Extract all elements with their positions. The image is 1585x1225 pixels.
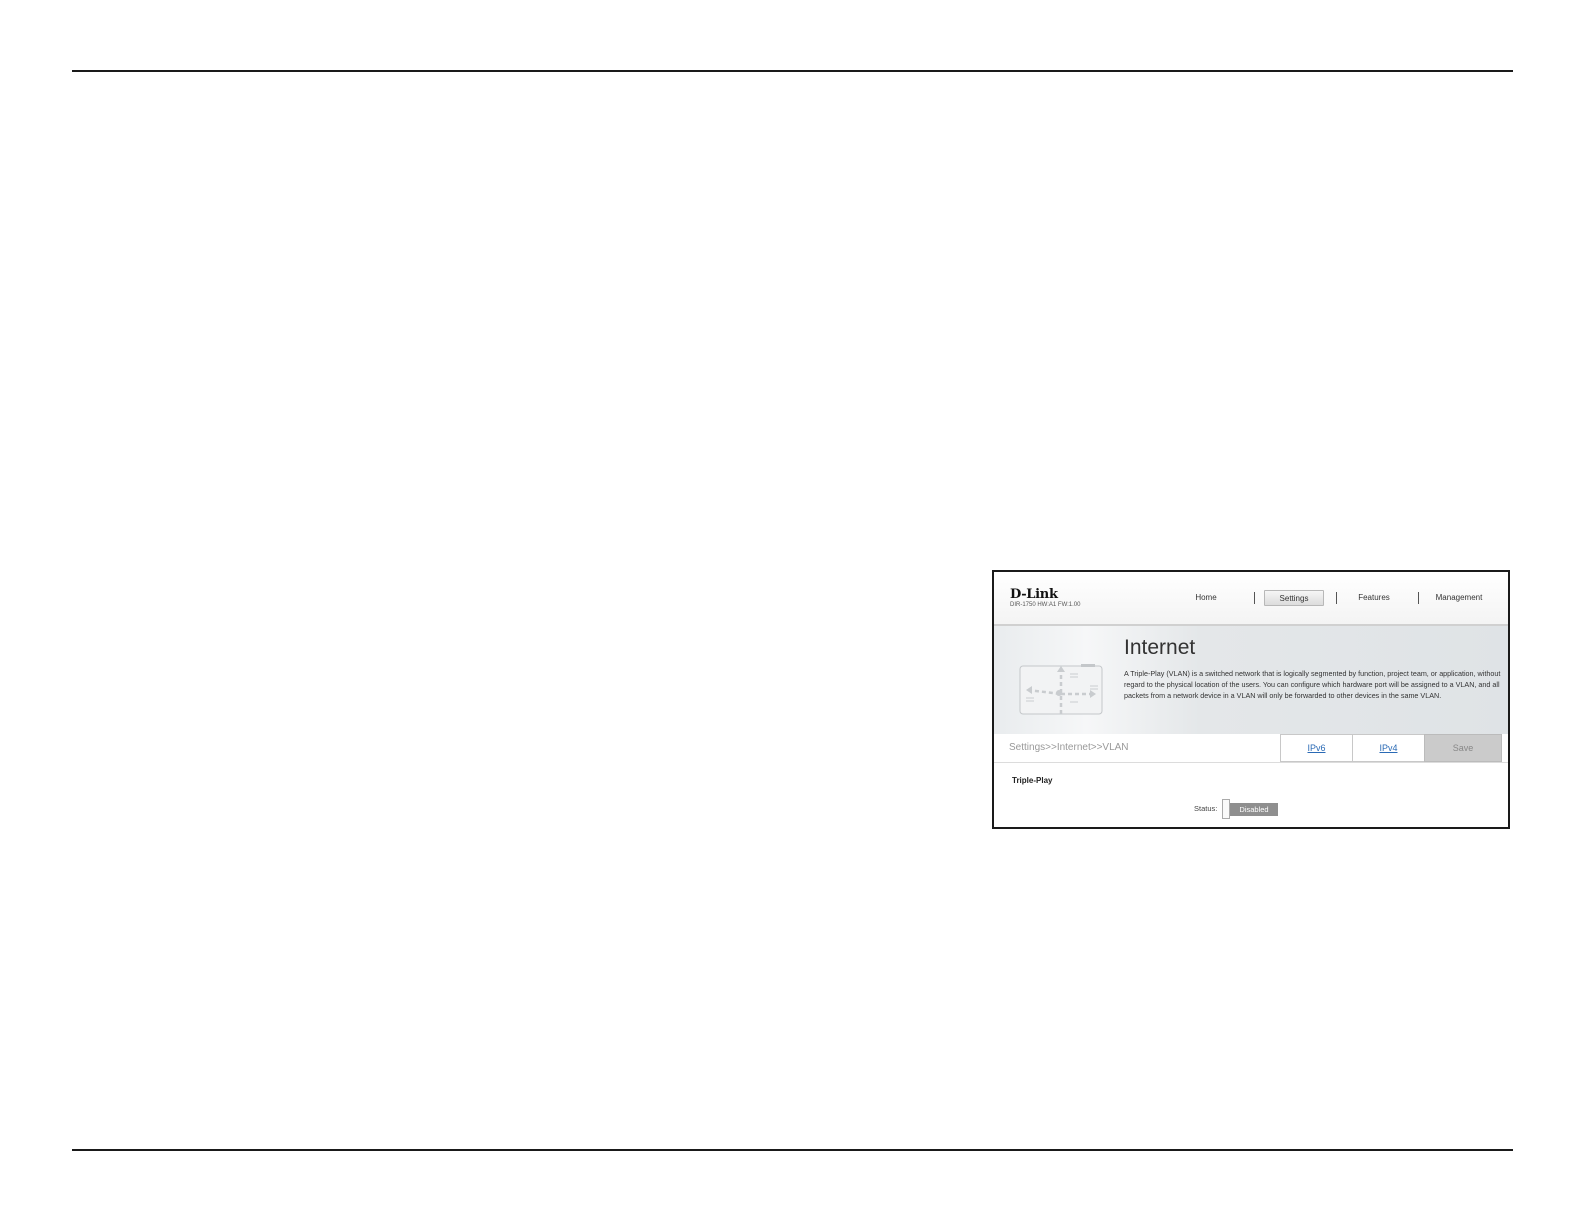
router-screenshot: D-Link DIR-1750 HW:A1 FW:1.00 Home Setti… xyxy=(992,570,1510,829)
page-banner: Internet A Triple-Play (VLAN) is a switc… xyxy=(994,626,1508,734)
breadcrumb-bar: Settings>>Internet>>VLAN IPv6 IPv4 Save xyxy=(994,734,1508,763)
nav-separator xyxy=(1254,592,1255,604)
nav-features[interactable]: Features xyxy=(1354,590,1394,606)
ipv4-button[interactable]: IPv4 xyxy=(1352,734,1425,762)
router-header: D-Link DIR-1750 HW:A1 FW:1.00 Home Setti… xyxy=(994,572,1508,626)
dlink-logo: D-Link xyxy=(1010,587,1058,602)
nav-home[interactable]: Home xyxy=(1190,590,1222,606)
nav-management[interactable]: Management xyxy=(1430,590,1488,606)
nav-settings[interactable]: Settings xyxy=(1264,590,1324,606)
ipv6-button[interactable]: IPv6 xyxy=(1280,734,1353,762)
page-top-rule xyxy=(72,70,1513,72)
model-info: DIR-1750 HW:A1 FW:1.00 xyxy=(1010,602,1081,608)
status-toggle[interactable]: Disabled xyxy=(1222,799,1280,819)
vlan-network-icon xyxy=(1019,664,1103,716)
nav-separator xyxy=(1418,592,1419,604)
toggle-knob[interactable] xyxy=(1222,799,1230,819)
page-bottom-rule xyxy=(72,1149,1513,1151)
section-title-triple-play: Triple-Play xyxy=(1012,776,1053,785)
nav-separator xyxy=(1336,592,1337,604)
toggle-state-label: Disabled xyxy=(1230,803,1278,816)
page-description: A Triple-Play (VLAN) is a switched netwo… xyxy=(1124,669,1501,700)
status-label: Status: xyxy=(1194,804,1218,813)
breadcrumb: Settings>>Internet>>VLAN xyxy=(1009,742,1129,753)
page-title: Internet xyxy=(1124,636,1196,659)
save-button[interactable]: Save xyxy=(1424,734,1502,762)
